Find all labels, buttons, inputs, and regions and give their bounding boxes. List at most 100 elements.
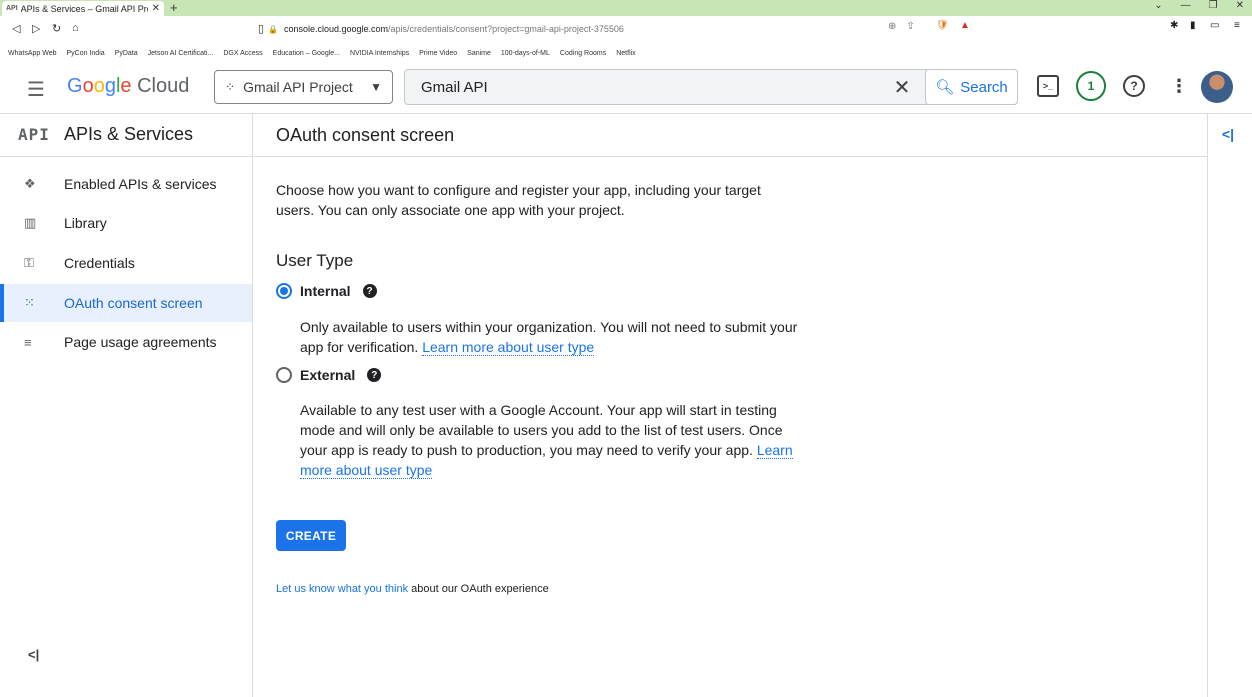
back-icon[interactable]: ◁ <box>12 22 20 35</box>
enabled-apis-icon: ❖ <box>24 176 36 191</box>
avatar[interactable] <box>1201 71 1233 103</box>
zoom-icon[interactable]: ⊕ <box>888 21 896 32</box>
sidebar-item-label: Credentials <box>64 255 135 271</box>
sidebar-item-enabled-apis[interactable]: ❖ Enabled APIs & services <box>0 165 252 203</box>
learn-more-link[interactable]: Learn more about user type <box>422 339 595 356</box>
wallet-icon[interactable]: ▭ <box>1210 20 1219 31</box>
url-path: /apis/credentials/consent?project=gmail-… <box>388 24 624 34</box>
search-button-label: Search <box>960 78 1008 96</box>
bookmark[interactable]: DGX Access <box>223 50 262 57</box>
feedback-rest: about our OAuth experience <box>408 583 549 595</box>
sidebar-title: APIs & Services <box>64 124 194 144</box>
bookmark[interactable]: 100-days-of-ML <box>501 50 550 57</box>
expand-panel-icon[interactable]: <| <box>1222 126 1234 142</box>
consent-icon: ⁙ <box>24 295 35 310</box>
browser-menu-icon[interactable]: ≡ <box>1234 20 1240 31</box>
search-icon: 🔍︎ <box>935 79 955 96</box>
sidebar-item-library[interactable]: ▥ Library <box>0 204 252 242</box>
api-logo: API <box>18 125 50 144</box>
search-button[interactable]: 🔍︎ Search <box>925 69 1018 105</box>
sidebar-item-page-usage[interactable]: ≡ Page usage agreements <box>0 323 252 361</box>
url-actions: ⊕ ⇪ <box>888 21 915 32</box>
clear-search-icon[interactable]: ✕ <box>887 75 917 100</box>
feedback-link[interactable]: Let us know what you think <box>276 583 408 595</box>
page-title: OAuth consent screen <box>254 114 1207 157</box>
bookmark[interactable]: WhatsApp Web <box>8 50 57 57</box>
bookmark[interactable]: PyData <box>115 50 138 57</box>
bookmark[interactable]: Education – Google... <box>273 50 340 57</box>
sidebar-header: API APIs & Services <box>0 113 252 157</box>
internal-label: Internal <box>300 283 351 299</box>
create-button[interactable]: CREATE <box>276 520 346 551</box>
restore-icon[interactable]: ❐ <box>1209 0 1218 11</box>
help-icon[interactable]: ? <box>1123 75 1145 97</box>
window-controls: ⌄ — ❐ ✕ <box>1154 0 1244 11</box>
address-bar-row: ◁ ▷ ↻ ⌂ ▯ 🔒 console.cloud.google.com /ap… <box>0 16 1252 44</box>
feedback-text: Let us know what you think about our OAu… <box>276 583 549 595</box>
sidebar-item-label: OAuth consent screen <box>64 295 203 311</box>
user-type-heading: User Type <box>276 251 354 270</box>
main-menu-icon[interactable]: ☰ <box>27 77 45 102</box>
bookmarks-bar: WhatsApp Web PyCon India PyData Jetson A… <box>0 45 1252 61</box>
bookmark[interactable]: Netflix <box>616 50 635 57</box>
brave-rewards-icon[interactable]: ▲ <box>960 20 970 31</box>
tab-search-icon[interactable]: ⌄ <box>1154 0 1162 11</box>
url-host: console.cloud.google.com <box>283 24 389 34</box>
extensions-icon[interactable]: ✱ <box>1170 20 1178 31</box>
close-tab-icon[interactable]: ✕ <box>152 3 160 14</box>
help-icon[interactable]: ? <box>362 284 377 298</box>
close-window-icon[interactable]: ✕ <box>1236 0 1244 11</box>
library-icon: ▥ <box>24 215 37 230</box>
minimize-icon[interactable]: — <box>1181 0 1191 11</box>
lock-icon: 🔒 <box>268 24 278 34</box>
external-description: Available to any test user with a Google… <box>300 400 800 480</box>
bookmark[interactable]: PyCon India <box>67 50 105 57</box>
sidebar-item-credentials[interactable]: ⚿ Credentials <box>0 244 252 282</box>
url-field[interactable]: 🔒 console.cloud.google.com /apis/credent… <box>258 20 978 38</box>
tab-favicon: API <box>6 5 18 12</box>
consent-content: Choose how you want to configure and reg… <box>276 180 797 595</box>
help-icon[interactable]: ? <box>367 368 382 382</box>
search-bar: ✕ 🔍︎ Search <box>404 69 1018 105</box>
forward-icon[interactable]: ▷ <box>32 22 40 35</box>
notifications-badge[interactable]: 1 <box>1076 71 1106 101</box>
tab-title: APIs & Services – Gmail API Proje <box>20 3 148 14</box>
home-icon[interactable]: ⌂ <box>72 22 79 34</box>
bookmark[interactable]: Sanime <box>467 50 491 57</box>
gcp-header: ☰ Google Cloud ⁘ Gmail API Project ▼ ✕ 🔍… <box>0 62 1252 112</box>
project-picker[interactable]: ⁘ Gmail API Project ▼ <box>214 70 393 104</box>
external-radio[interactable] <box>276 367 292 383</box>
browser-tab[interactable]: API APIs & Services – Gmail API Proje ✕ <box>2 1 164 16</box>
external-description-text: Available to any test user with a Google… <box>300 402 783 458</box>
cloud-shell-icon[interactable]: >_ <box>1037 75 1059 97</box>
sidebar: API APIs & Services ❖ Enabled APIs & ser… <box>0 113 253 697</box>
project-name: Gmail API Project <box>243 79 353 95</box>
right-panel: <| <box>1207 114 1252 697</box>
bookmark[interactable]: Coding Rooms <box>560 50 606 57</box>
brave-shield-icon[interactable]: 🛡 <box>936 20 949 31</box>
share-icon[interactable]: ⇪ <box>906 21 914 32</box>
chevron-down-icon: ▼ <box>370 80 382 94</box>
internal-description: Only available to users within your orga… <box>300 317 800 357</box>
reload-icon[interactable]: ↻ <box>52 22 61 35</box>
intro-text: Choose how you want to configure and reg… <box>276 182 761 218</box>
google-cloud-logo[interactable]: Google Cloud <box>67 75 189 98</box>
bookmark[interactable]: Prime Video <box>419 50 457 57</box>
internal-option[interactable]: Internal ? <box>276 283 377 299</box>
sidebar-toggle-icon[interactable]: ▮ <box>1190 20 1196 31</box>
sidebar-item-oauth-consent[interactable]: ⁙ OAuth consent screen <box>0 284 252 322</box>
more-options-icon[interactable]: ⋮ <box>1170 74 1188 98</box>
bookmark[interactable]: Jetson AI Certificati... <box>148 50 214 57</box>
sidebar-item-label: Enabled APIs & services <box>64 176 217 192</box>
bookmark[interactable]: NVIDIA Internships <box>350 50 409 57</box>
sidebar-item-label: Page usage agreements <box>64 334 217 350</box>
search-input[interactable] <box>405 78 887 96</box>
sidebar-item-label: Library <box>64 215 107 231</box>
external-option[interactable]: External ? <box>276 367 382 383</box>
collapse-sidebar-icon[interactable]: <| <box>28 647 39 662</box>
key-icon: ⚿ <box>24 255 34 270</box>
new-tab-icon[interactable]: + <box>170 0 178 15</box>
project-icon: ⁘ <box>225 80 236 94</box>
internal-radio[interactable] <box>276 283 292 299</box>
external-label: External <box>300 367 356 383</box>
